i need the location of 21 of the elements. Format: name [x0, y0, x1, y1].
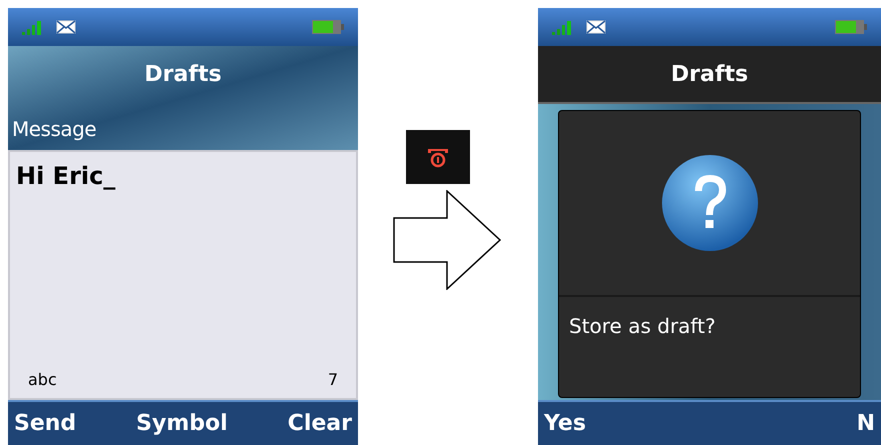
- field-label: Message: [11, 116, 98, 143]
- dialog-prompt: Store as draft?: [568, 313, 717, 340]
- softkey[interactable]: Yes: [544, 412, 586, 434]
- softkey[interactable]: N: [856, 412, 875, 434]
- softkey[interactable]: Symbol: [136, 412, 228, 434]
- battery-icon: [835, 20, 867, 34]
- signal-icon: [22, 19, 44, 35]
- character-count: 7: [328, 369, 338, 391]
- softkey[interactable]: Clear: [288, 412, 352, 434]
- softkey[interactable]: Send: [14, 412, 76, 434]
- question-icon: [660, 153, 760, 253]
- screen-title: Drafts: [143, 61, 223, 89]
- message-text: Hi Eric_: [16, 161, 116, 192]
- input-mode: abc: [28, 369, 57, 391]
- screen-title: Drafts: [670, 60, 748, 88]
- right-arrow-icon: [393, 190, 503, 290]
- battery-icon: [312, 20, 344, 34]
- envelope-icon: [56, 20, 76, 34]
- envelope-icon: [586, 20, 606, 34]
- message-field[interactable]: Hi Eric_ abc 7: [8, 150, 358, 400]
- signal-icon: [552, 19, 574, 35]
